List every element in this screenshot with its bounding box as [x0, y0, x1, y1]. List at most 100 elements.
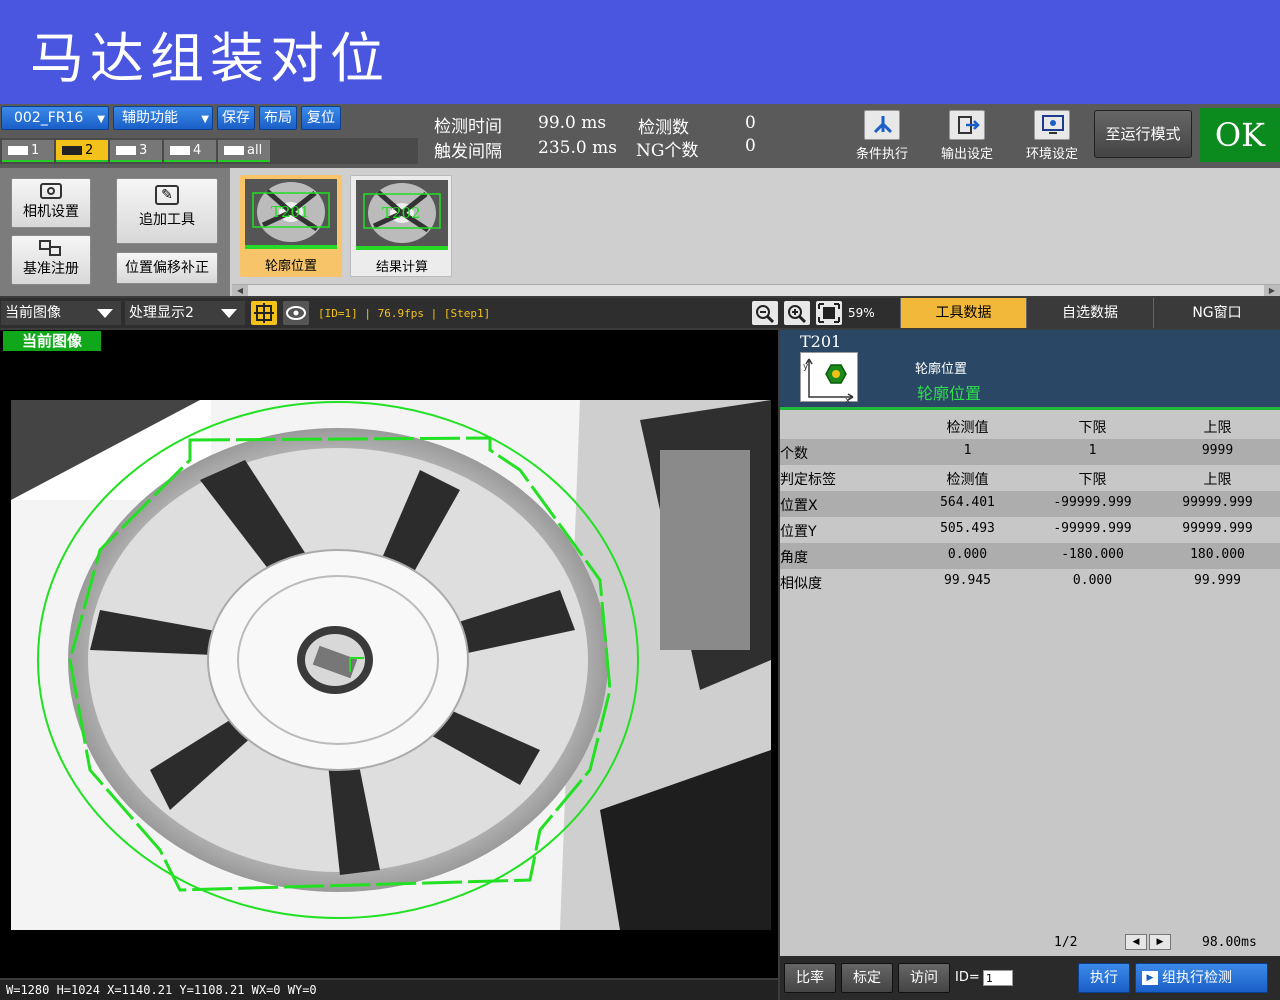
tool-item-t201[interactable]: T201 轮廓位置 — [240, 175, 342, 277]
pagination: 1/2 98.00ms — [780, 930, 1280, 954]
cell-value: 564.401 — [940, 495, 995, 510]
add-tool-button[interactable]: ✎ 追加工具 — [116, 178, 218, 244]
zoom-in-button[interactable] — [784, 301, 810, 325]
next-page-button[interactable]: ▶ — [1149, 934, 1171, 950]
scroll-left-icon[interactable]: ◀ — [232, 285, 248, 296]
scroll-right-icon[interactable]: ▶ — [1264, 285, 1280, 296]
overlay-toggle-button[interactable] — [283, 301, 309, 325]
status-line: W=1280 H=1024 X=1140.21 Y=1108.21 WX=0 W… — [0, 980, 778, 1000]
tab-3[interactable]: 3 — [110, 140, 162, 162]
ratio-button[interactable]: 比率 — [784, 963, 836, 993]
tool-id: T201 — [800, 332, 842, 351]
tab-label: all — [247, 143, 263, 158]
image-viewer[interactable] — [0, 330, 778, 978]
chevron-down-icon — [97, 309, 113, 318]
table-row: 位置X 564.401 -99999.999 99999.999 — [780, 491, 1280, 517]
id-input[interactable] — [983, 970, 1013, 986]
row-label: 位置X — [780, 498, 818, 514]
tab-1[interactable]: 1 — [2, 140, 54, 162]
ref-register-button[interactable]: 基准注册 — [11, 235, 91, 285]
xy-axis-icon: y x — [803, 358, 854, 406]
triangle-left-icon: ◀ — [1132, 937, 1140, 947]
camera-settings-label: 相机设置 — [23, 204, 79, 220]
row-label: 角度 — [780, 550, 808, 566]
tab-label: 1 — [31, 143, 40, 158]
tab-custom-data[interactable]: 自选数据 — [1026, 298, 1153, 328]
tab-tool-data[interactable]: 工具数据 — [900, 298, 1026, 328]
cell-upper: 99999.999 — [1182, 495, 1253, 510]
aux-function-menu[interactable]: 辅助功能 ▼ — [113, 106, 213, 130]
tab-2[interactable]: 2 — [56, 140, 108, 162]
program-select[interactable]: 002_FR16 ▼ — [1, 106, 109, 130]
ref-register-label: 基准注册 — [23, 261, 79, 277]
group-exec-button[interactable]: ▶ 组执行检测 — [1135, 963, 1268, 993]
table-row: 位置Y 505.493 -99999.999 99999.999 — [780, 517, 1280, 543]
ng-count-value: 0 — [745, 136, 756, 156]
layout-button[interactable]: 布局 — [259, 106, 297, 130]
save-button[interactable]: 保存 — [217, 106, 255, 130]
register-icon — [39, 240, 63, 256]
chevron-down-icon: ▼ — [97, 114, 105, 125]
output-settings-button[interactable] — [949, 110, 985, 140]
wrench-plus-icon: ✎ — [155, 185, 179, 205]
tool-type: 轮廓位置 — [915, 362, 968, 377]
tool-thumbnail: T202 — [356, 180, 448, 246]
id-label: ID= — [955, 970, 980, 985]
zoom-in-icon — [788, 305, 807, 324]
tool-name: 轮廓位置 — [917, 384, 982, 403]
camera-icon — [40, 183, 62, 199]
cell-value: 检测值 — [946, 472, 989, 488]
detect-time-label: 检测时间 — [434, 117, 502, 137]
cell-value: 0.000 — [947, 547, 988, 562]
camera-settings-button[interactable]: 相机设置 — [11, 178, 91, 228]
cell-lower: 0.000 — [1072, 573, 1113, 588]
cell-value: 1 — [963, 443, 972, 458]
tool-status-bar — [356, 246, 448, 250]
fit-view-button[interactable] — [251, 301, 277, 325]
tab-4[interactable]: 4 — [164, 140, 216, 162]
tool-item-t202[interactable]: T202 结果计算 — [350, 175, 452, 277]
program-label: 002_FR16 — [14, 110, 84, 126]
display-select[interactable]: 处理显示2 — [125, 301, 245, 325]
zoom-out-button[interactable] — [752, 301, 778, 325]
table-row: 个数 1 1 9999 — [780, 439, 1280, 465]
cond-exec-label: 条件执行 — [855, 147, 908, 162]
trigger-interval-label: 触发间隔 — [434, 142, 502, 162]
prev-page-button[interactable]: ◀ — [1125, 934, 1147, 950]
fit-screen-icon — [818, 303, 840, 323]
row-label: 相似度 — [780, 576, 822, 592]
calibrate-button[interactable]: 标定 — [841, 963, 893, 993]
triangle-right-icon: ▶ — [1156, 937, 1164, 947]
cell-lower: -99999.999 — [1053, 495, 1132, 510]
run-mode-button[interactable]: 至运行模式 — [1094, 110, 1192, 158]
table-row: 判定标签 检测值 下限 上限 — [780, 465, 1280, 491]
env-settings-button[interactable] — [1034, 110, 1070, 140]
reset-button[interactable]: 复位 — [301, 106, 341, 130]
pos-offset-button[interactable]: 位置偏移补正 — [116, 252, 218, 284]
zoom-fit-button[interactable] — [816, 301, 842, 325]
detect-count-value: 0 — [745, 113, 756, 133]
result-indicator: OK — [1200, 108, 1280, 162]
camera-icon — [224, 146, 244, 155]
tab-all[interactable]: all — [218, 140, 270, 162]
cond-exec-button[interactable] — [864, 110, 900, 140]
access-button[interactable]: 访问 — [898, 963, 950, 993]
aux-label: 辅助功能 — [122, 110, 178, 126]
camera-icon — [8, 146, 28, 155]
table-header: 检测值 下限 上限 — [780, 413, 1280, 439]
tool-scrollbar[interactable]: ◀ ▶ — [232, 284, 1280, 296]
execute-button[interactable]: 执行 — [1078, 963, 1130, 993]
cell-lower: 下限 — [1078, 472, 1107, 488]
header-cell: 检测值 — [946, 420, 989, 436]
tab-ng-window[interactable]: NG窗口 — [1153, 298, 1280, 328]
tool-status-bar — [245, 245, 337, 249]
eye-icon — [286, 306, 306, 320]
process-time: 98.00ms — [1202, 935, 1257, 950]
row-label: 位置Y — [780, 524, 817, 540]
tool-label: 结果计算 — [375, 260, 428, 275]
display-select-label: 处理显示2 — [129, 305, 194, 321]
tab-label: 4 — [193, 143, 202, 158]
image-select[interactable]: 当前图像 — [1, 301, 121, 325]
chevron-down-icon — [221, 309, 237, 318]
camera-image — [11, 400, 771, 930]
